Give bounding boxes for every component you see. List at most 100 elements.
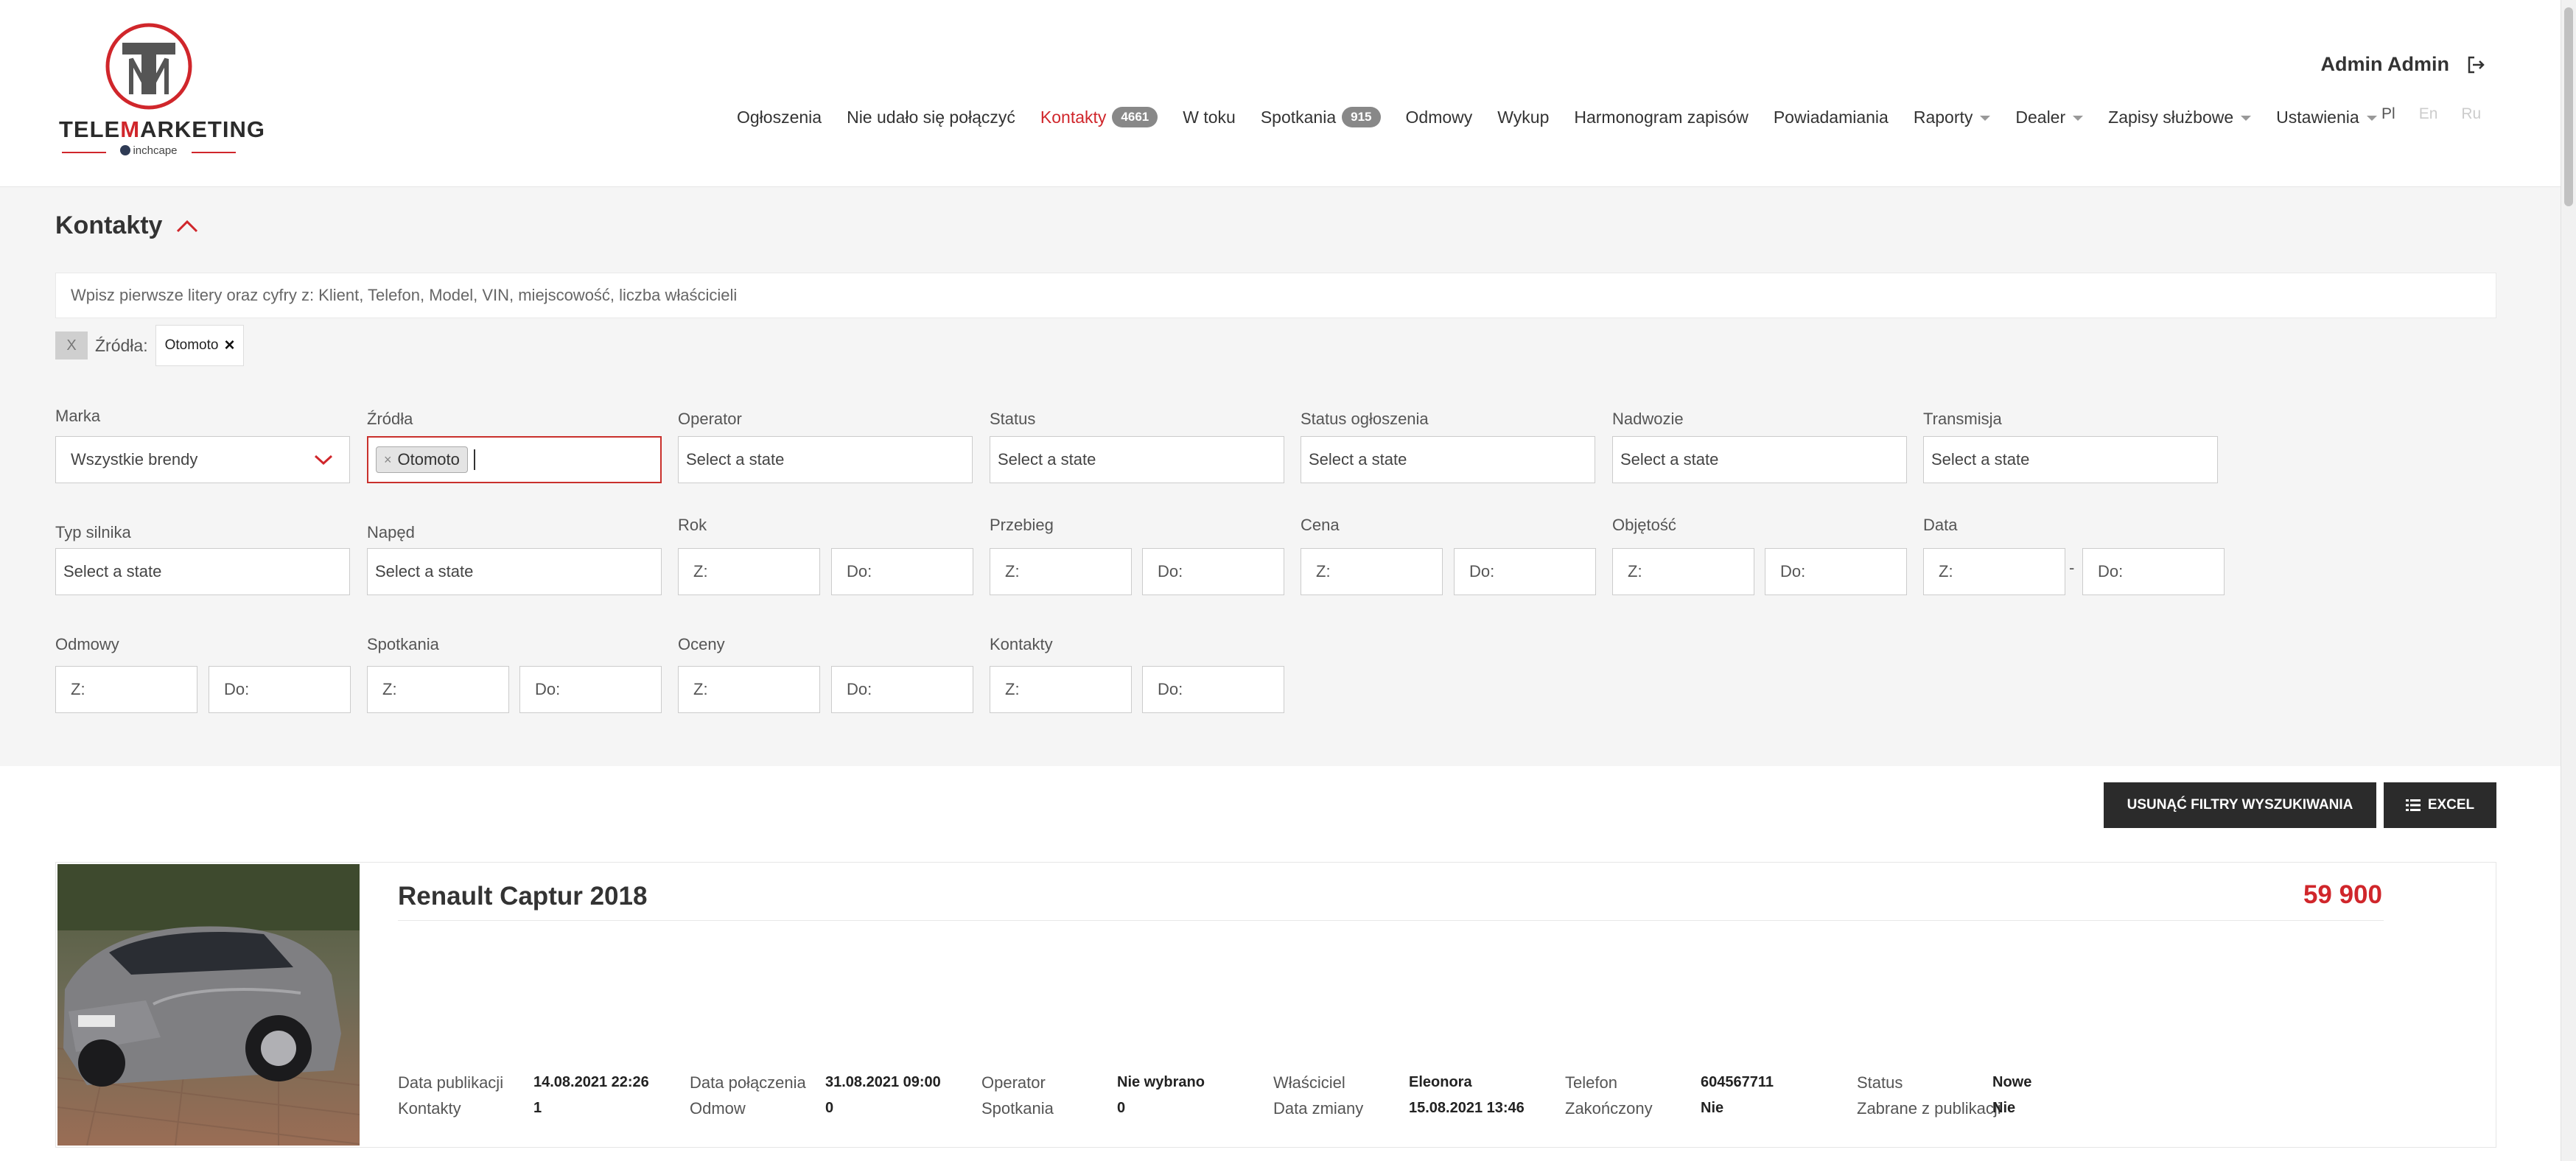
detail-item: Zabrane z publikacji Nie bbox=[1857, 1099, 2015, 1118]
detail-value: Nie bbox=[1701, 1100, 1724, 1116]
detail-value: Eleonora bbox=[1409, 1074, 1472, 1090]
excel-button[interactable]: EXCEL bbox=[2384, 782, 2496, 828]
nav-item-ogłoszenia[interactable]: Ogłoszenia bbox=[737, 108, 822, 127]
lang-pl[interactable]: Pl bbox=[2381, 105, 2395, 123]
telemarketing-logo[interactable]: TELEMARKETING inchcape bbox=[59, 21, 265, 164]
spotkania-to-input[interactable]: Do: bbox=[519, 666, 662, 713]
detail-value: 1 bbox=[533, 1100, 542, 1116]
kontakty-from-input[interactable]: Z: bbox=[990, 666, 1132, 713]
detail-key: Spotkania bbox=[981, 1099, 1054, 1118]
rok-from-input[interactable]: Z: bbox=[678, 548, 820, 595]
detail-item: Data publikacji 14.08.2021 22:26 bbox=[398, 1073, 649, 1092]
odmowy-from-input[interactable]: Z: bbox=[55, 666, 197, 713]
nav-item-label: Powiadamiania bbox=[1773, 107, 1889, 127]
detail-key: Kontakty bbox=[398, 1099, 461, 1118]
nav-item-label: Kontakty bbox=[1040, 107, 1107, 127]
detail-key: Data zmiany bbox=[1273, 1099, 1364, 1118]
car-photo[interactable] bbox=[57, 864, 360, 1146]
nav-item-raporty[interactable]: Raporty bbox=[1914, 108, 1991, 127]
chevron-down-icon bbox=[314, 455, 333, 466]
filter-label-spotkania: Spotkania bbox=[367, 635, 439, 653]
nav-item-w-toku[interactable]: W toku bbox=[1183, 108, 1236, 127]
date-range-dash: - bbox=[2069, 558, 2075, 577]
logo-wordmark: TELEMARKETING bbox=[59, 116, 265, 142]
objetosc-to-input[interactable]: Do: bbox=[1765, 548, 1907, 595]
nav-item-harmonogram-zapisów[interactable]: Harmonogram zapisów bbox=[1574, 108, 1748, 127]
przebieg-from-input[interactable]: Z: bbox=[990, 548, 1132, 595]
nav-item-odmowy[interactable]: Odmowy bbox=[1406, 108, 1473, 127]
listing-card[interactable]: Renault Captur 2018 59 900 Data publikac… bbox=[55, 862, 2496, 1148]
filter-label-odmowy: Odmowy bbox=[55, 635, 119, 653]
filter-label-cena: Cena bbox=[1301, 516, 1340, 534]
nav-item-label: Harmonogram zapisów bbox=[1574, 107, 1749, 127]
detail-item: Data zmiany 15.08.2021 13:46 bbox=[1273, 1099, 1525, 1118]
detail-key: Data połączenia bbox=[690, 1073, 806, 1092]
nav-item-zapisy-służbowe[interactable]: Zapisy służbowe bbox=[2108, 107, 2252, 127]
filter-label-oceny: Oceny bbox=[678, 635, 725, 653]
section-header[interactable]: Kontakty bbox=[55, 211, 199, 240]
page-scrollbar[interactable] bbox=[2561, 0, 2576, 1161]
przebieg-to-input[interactable]: Do: bbox=[1142, 548, 1284, 595]
oceny-to-input[interactable]: Do: bbox=[831, 666, 973, 713]
rok-to-input[interactable]: Do: bbox=[831, 548, 973, 595]
odmowy-to-input[interactable]: Do: bbox=[209, 666, 351, 713]
lang-ru[interactable]: Ru bbox=[2461, 105, 2481, 123]
listing-price: 59 900 bbox=[2303, 880, 2382, 909]
detail-item: Odmow 0 bbox=[690, 1099, 833, 1118]
data-from-input[interactable]: Z: bbox=[1923, 548, 2065, 595]
search-input[interactable] bbox=[56, 273, 2496, 318]
remove-chip-icon[interactable]: × bbox=[224, 335, 234, 356]
nav-item-powiadamiania[interactable]: Powiadamiania bbox=[1774, 108, 1889, 127]
filter-label-typ-silnika: Typ silnika bbox=[55, 523, 131, 541]
typ-silnika-select[interactable]: Select a state bbox=[55, 548, 350, 595]
scrollbar-thumb[interactable] bbox=[2564, 7, 2573, 206]
chevron-up-icon[interactable] bbox=[175, 219, 199, 234]
naped-select[interactable]: Select a state bbox=[367, 548, 662, 595]
spotkania-from-input[interactable]: Z: bbox=[367, 666, 509, 713]
detail-value: Nie bbox=[1992, 1100, 2016, 1116]
detail-key: Zakończony bbox=[1565, 1099, 1653, 1118]
detail-value: 15.08.2021 13:46 bbox=[1409, 1100, 1525, 1116]
oceny-from-input[interactable]: Z: bbox=[678, 666, 820, 713]
status-ogloszenia-select[interactable]: Select a state bbox=[1301, 436, 1595, 483]
listing-title[interactable]: Renault Captur 2018 bbox=[398, 882, 647, 911]
nav-item-nie-udało-się-połączyć[interactable]: Nie udało się połączyć bbox=[847, 108, 1015, 127]
detail-key: Status bbox=[1857, 1073, 1903, 1092]
detail-value: Nie wybrano bbox=[1117, 1074, 1205, 1090]
active-filter-chip[interactable]: Otomoto × bbox=[155, 325, 245, 366]
zrodla-multiselect[interactable]: × Otomoto bbox=[367, 436, 662, 483]
logout-icon[interactable] bbox=[2465, 55, 2486, 75]
user-menu[interactable]: Admin Admin bbox=[2321, 53, 2487, 76]
detail-key: Zabrane z publikacji bbox=[1857, 1099, 2001, 1118]
filter-label-zrodla: Źródła bbox=[367, 410, 413, 428]
nav-item-wykup[interactable]: Wykup bbox=[1497, 108, 1549, 127]
transmisja-select[interactable]: Select a state bbox=[1923, 436, 2218, 483]
data-to-input[interactable]: Do: bbox=[2082, 548, 2225, 595]
filter-label-operator: Operator bbox=[678, 410, 742, 428]
objetosc-from-input[interactable]: Z: bbox=[1612, 548, 1754, 595]
status-select[interactable]: Select a state bbox=[990, 436, 1284, 483]
nav-item-ustawienia[interactable]: Ustawienia bbox=[2276, 108, 2377, 127]
detail-value: 604567711 bbox=[1701, 1074, 1774, 1090]
detail-item: Spotkania 0 bbox=[981, 1099, 1125, 1118]
detail-value: 14.08.2021 22:26 bbox=[533, 1074, 649, 1090]
kontakty-to-input[interactable]: Do: bbox=[1142, 666, 1284, 713]
filter-label-nadwozie: Nadwozie bbox=[1612, 410, 1684, 428]
filter-label-rok: Rok bbox=[678, 516, 707, 534]
nav-item-dealer[interactable]: Dealer bbox=[2015, 108, 2084, 127]
cena-to-input[interactable]: Do: bbox=[1454, 548, 1596, 595]
lang-en[interactable]: En bbox=[2419, 105, 2438, 123]
nav-item-label: Zapisy służbowe bbox=[2108, 107, 2234, 127]
remove-tag-icon[interactable]: × bbox=[384, 452, 392, 468]
zrodla-tag[interactable]: × Otomoto bbox=[376, 446, 468, 473]
operator-select[interactable]: Select a state bbox=[678, 436, 973, 483]
nav-item-spotkania[interactable]: Spotkania 915 bbox=[1261, 107, 1381, 127]
detail-item: Operator Nie wybrano bbox=[981, 1073, 1205, 1092]
nadwozie-select[interactable]: Select a state bbox=[1612, 436, 1907, 483]
clear-search-filters-button[interactable]: USUNĄĆ FILTRY WYSZUKIWANIA bbox=[2104, 782, 2376, 828]
marka-select[interactable]: Wszystkie brendy bbox=[55, 436, 350, 483]
cena-from-input[interactable]: Z: bbox=[1301, 548, 1443, 595]
clear-filters-x-button[interactable]: X bbox=[55, 332, 88, 359]
nav-item-kontakty[interactable]: Kontakty 4661 bbox=[1040, 107, 1158, 127]
detail-key: Odmow bbox=[690, 1099, 746, 1118]
